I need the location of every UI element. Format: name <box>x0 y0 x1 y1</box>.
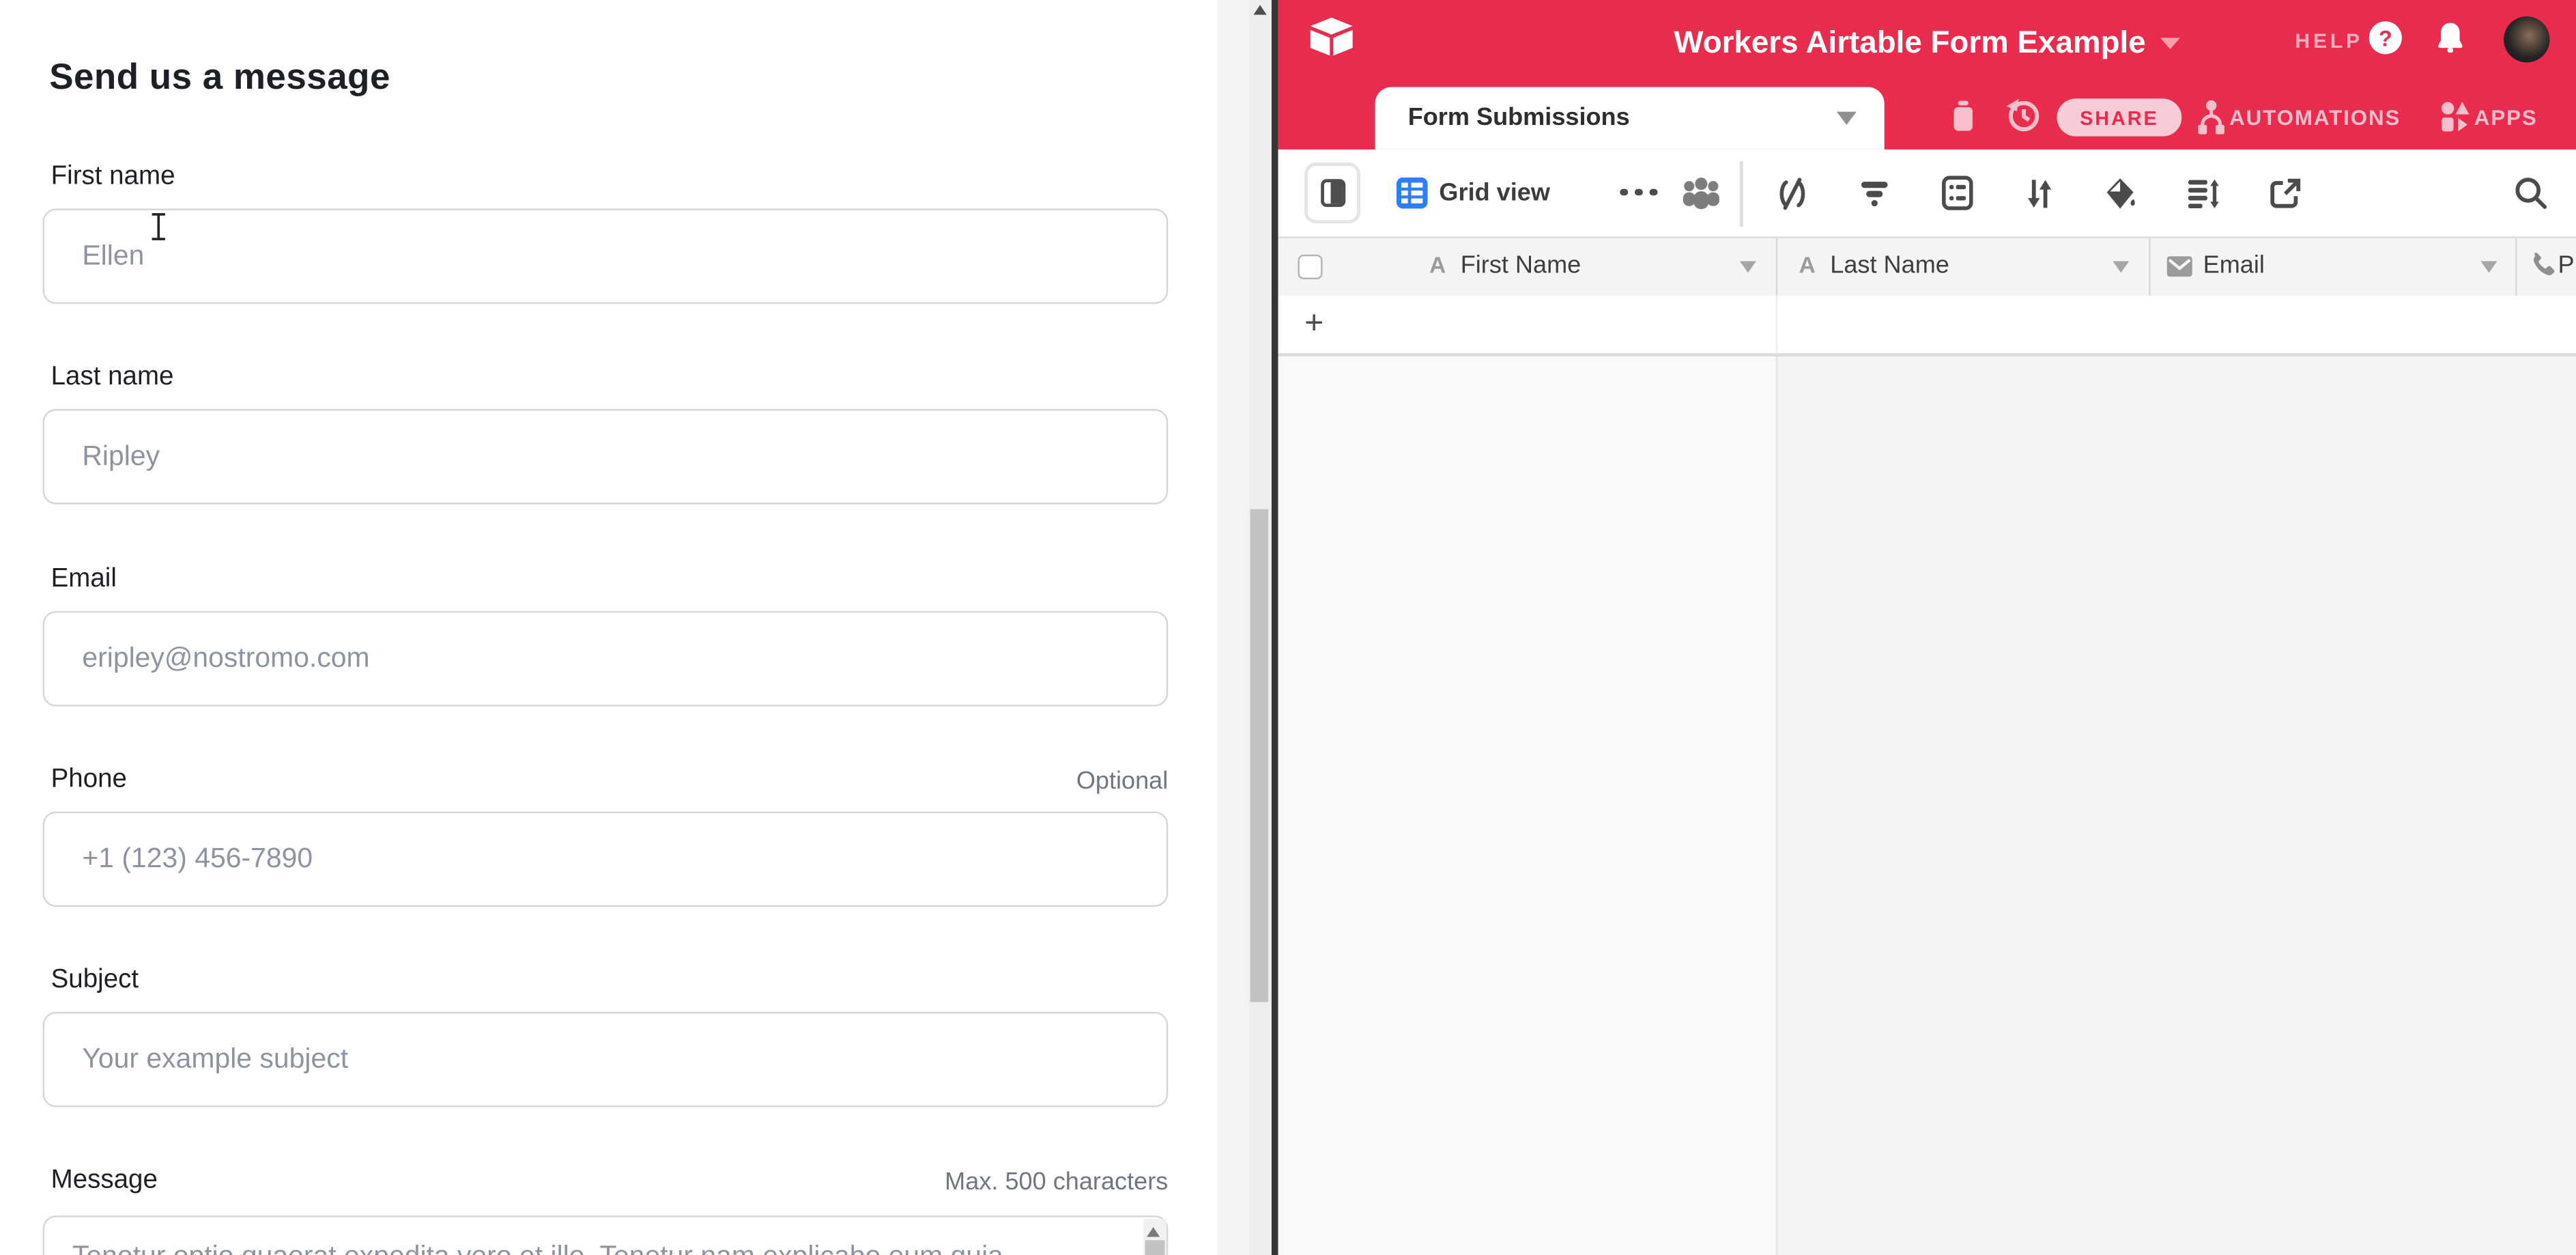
column-header-last-name[interactable]: Last Name <box>1830 251 1949 279</box>
column-header-first-name[interactable]: First Name <box>1461 251 1582 279</box>
column-divider <box>1776 295 1777 352</box>
phone-field-type-icon <box>2528 251 2558 280</box>
email-input[interactable] <box>43 610 1169 706</box>
color-icon[interactable] <box>2103 175 2139 211</box>
row-height-icon[interactable] <box>2185 175 2221 211</box>
last-name-input[interactable] <box>43 409 1169 505</box>
phone-optional-hint: Optional <box>1076 767 1168 795</box>
table-tab-form-submissions[interactable]: Form Submissions <box>1375 87 1885 150</box>
column-header-phone[interactable]: P <box>2558 251 2575 279</box>
group-icon[interactable] <box>1938 175 1975 211</box>
base-title-caret-icon[interactable] <box>2160 38 2180 49</box>
help-question-icon[interactable]: ? <box>2369 21 2402 54</box>
subject-input[interactable] <box>43 1012 1169 1108</box>
share-button[interactable]: SHARE <box>2057 98 2181 136</box>
contact-form-pane: Send us a message First name Last name E… <box>0 0 1216 1255</box>
form-heading: Send us a message <box>49 56 390 99</box>
share-view-icon[interactable] <box>2267 175 2304 211</box>
column-resize-handle[interactable] <box>1776 238 1777 295</box>
base-title[interactable]: Workers Airtable Form Example <box>1674 25 2145 61</box>
phone-input[interactable] <box>43 811 1169 907</box>
view-toolbar: Grid view <box>1278 149 2576 236</box>
message-scrollbar-up-icon[interactable] <box>1147 1227 1160 1237</box>
hide-fields-icon[interactable] <box>1774 175 1810 211</box>
screen: Send us a message First name Last name E… <box>0 0 2576 1255</box>
table-tab-label: Form Submissions <box>1408 104 1630 132</box>
first-name-label: First name <box>51 163 175 192</box>
grid-body-right <box>1776 356 2576 1255</box>
first-name-input[interactable] <box>43 209 1169 305</box>
trash-icon[interactable] <box>1951 100 1975 132</box>
message-maxchars-hint: Max. 500 characters <box>945 1168 1168 1196</box>
automations-icon[interactable] <box>2198 97 2224 138</box>
page-scrollbar-thumb[interactable] <box>1250 509 1268 1002</box>
column-divider <box>1776 356 1777 1255</box>
email-field-type-icon <box>2167 255 2194 277</box>
apps-icon[interactable] <box>2442 102 2470 131</box>
airtable-tablebar: Form Submissions SHARE <box>1278 87 2576 149</box>
sort-icon[interactable] <box>2020 175 2057 211</box>
column-menu-caret-icon[interactable] <box>2480 260 2497 272</box>
message-scrollbar-thumb[interactable] <box>1144 1240 1164 1255</box>
grid-body-left <box>1278 356 1776 1255</box>
column-resize-handle[interactable] <box>2148 238 2149 295</box>
page-scroll-gutter <box>1216 0 1270 1255</box>
filter-icon[interactable] <box>1857 175 1893 211</box>
text-cursor-pointer <box>148 212 169 241</box>
add-row-band: + <box>1278 295 2576 356</box>
column-menu-caret-icon[interactable] <box>2113 260 2129 272</box>
apps-button[interactable]: APPS <box>2474 105 2538 130</box>
airtable-topbar: Workers Airtable Form Example HELP ? <box>1278 0 2576 87</box>
grid-header-row: A First Name A Last Name Email P <box>1278 236 2576 296</box>
subject-label: Subject <box>51 966 139 996</box>
select-all-checkbox[interactable] <box>1297 254 1321 279</box>
last-name-label: Last name <box>51 363 174 393</box>
help-button[interactable]: HELP <box>2295 29 2363 53</box>
view-sidebar-toggle-button[interactable] <box>1304 162 1360 223</box>
search-icon[interactable] <box>2512 175 2548 211</box>
column-menu-caret-icon[interactable] <box>1740 260 1756 272</box>
view-options-ellipsis-icon[interactable] <box>1620 188 1657 195</box>
pane-separator <box>1271 0 1278 1255</box>
grid-view-icon <box>1397 177 1428 208</box>
notifications-bell-icon[interactable] <box>2436 21 2464 53</box>
user-avatar[interactable] <box>2504 16 2549 61</box>
message-textarea[interactable]: Tenetur optio quaerat expedita vero et i… <box>43 1215 1169 1255</box>
history-icon[interactable] <box>2006 98 2041 133</box>
email-label: Email <box>51 564 117 593</box>
airtable-pane: Workers Airtable Form Example HELP ? For… <box>1278 0 2576 1255</box>
add-row-button[interactable]: + <box>1304 305 1323 341</box>
toolbar-divider <box>1740 160 1743 226</box>
column-header-email[interactable]: Email <box>2203 251 2265 279</box>
phone-label: Phone <box>51 765 127 795</box>
grid-view-button[interactable]: Grid view <box>1439 178 1550 206</box>
share-button-label: SHARE <box>2080 106 2159 129</box>
collaborators-icon[interactable] <box>1680 175 1721 210</box>
view-sidebar-icon <box>1320 178 1345 206</box>
message-label: Message <box>51 1166 158 1196</box>
page-scrollbar-up-icon[interactable] <box>1253 5 1265 14</box>
text-field-type-icon: A <box>1799 251 1816 277</box>
column-resize-handle[interactable] <box>2515 238 2517 295</box>
table-tab-caret-icon[interactable] <box>1837 112 1857 125</box>
text-field-type-icon: A <box>1429 251 1446 277</box>
automations-button[interactable]: AUTOMATIONS <box>2229 105 2401 130</box>
